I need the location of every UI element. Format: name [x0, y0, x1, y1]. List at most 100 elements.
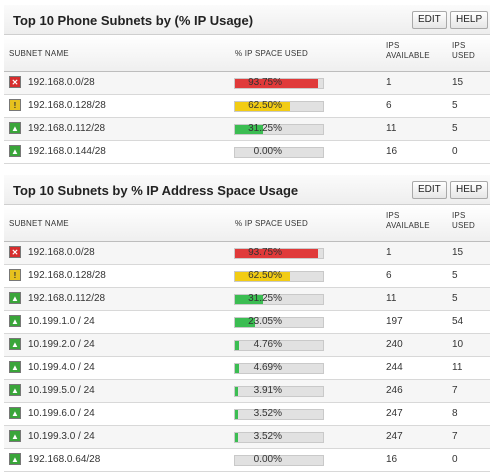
table-row[interactable]: ▲ 10.199.1.0 / 24 23.05% 197 54	[4, 311, 490, 334]
ip-usage-bar-fill	[235, 410, 239, 419]
ips-used-value: 8	[452, 408, 458, 419]
ip-usage-percent: 4.76%	[253, 339, 282, 350]
ip-usage-bar-fill	[235, 341, 240, 350]
ips-available-value: 11	[386, 293, 397, 304]
col-ip-space-used[interactable]: % IP SPACE USED	[235, 49, 308, 58]
table-row[interactable]: ! 192.168.0.128/28 62.50% 6 5	[4, 265, 490, 288]
ip-usage-bar-fill	[235, 387, 239, 396]
ips-available-value: 16	[386, 454, 398, 465]
subnet-name-link[interactable]: 192.168.0.0/28	[28, 247, 95, 258]
status-ok-icon: ▲	[9, 384, 21, 396]
status-ok-icon: ▲	[9, 338, 21, 350]
table-row[interactable]: ▲ 10.199.3.0 / 24 3.52% 247 7	[4, 426, 490, 449]
subnet-name-link[interactable]: 192.168.0.0/28	[28, 77, 95, 88]
ip-usage-percent: 0.00%	[253, 454, 282, 465]
ips-used-value: 11	[452, 362, 463, 373]
ips-available-value: 246	[386, 385, 403, 396]
ip-usage-bar-fill	[235, 433, 239, 442]
ips-available-value: 1	[386, 247, 392, 258]
table-row[interactable]: ▲ 10.199.5.0 / 24 3.91% 246 7	[4, 380, 490, 403]
table-row[interactable]: ▲ 10.199.6.0 / 24 3.52% 247 8	[4, 403, 490, 426]
subnet-name-link[interactable]: 10.199.4.0 / 24	[28, 362, 95, 373]
phone-subnets-panel: Top 10 Phone Subnets by (% IP Usage) EDI…	[4, 5, 490, 164]
subnet-name-link[interactable]: 10.199.1.0 / 24	[28, 316, 95, 327]
col-subnet-name[interactable]: SUBNET NAME	[9, 49, 69, 58]
ips-used-value: 54	[452, 316, 464, 327]
ips-available-value: 197	[386, 316, 403, 327]
ips-used-value: 15	[452, 247, 464, 258]
table-row[interactable]: ✕ 192.168.0.0/28 93.75% 1 15	[4, 242, 490, 265]
col-ips-available[interactable]: IPS AVAILABLE	[386, 211, 430, 231]
status-ok-icon: ▲	[9, 453, 21, 465]
status-warning-icon: !	[9, 269, 21, 281]
status-critical-icon: ✕	[9, 246, 21, 258]
help-button[interactable]: HELP	[450, 181, 489, 199]
subnet-name-link[interactable]: 192.168.0.128/28	[28, 270, 106, 281]
help-button[interactable]: HELP	[450, 11, 489, 29]
subnet-name-link[interactable]: 192.168.0.64/28	[28, 454, 100, 465]
ip-usage-percent: 3.52%	[253, 408, 282, 419]
ips-available-value: 6	[386, 270, 392, 281]
status-warning-icon: !	[9, 99, 21, 111]
subnet-name-link[interactable]: 192.168.0.112/28	[28, 293, 105, 304]
subnet-table-body: ✕ 192.168.0.0/28 93.75% 1 15! 192.168.0.128/2…	[4, 72, 490, 164]
col-ip-space-used[interactable]: % IP SPACE USED	[235, 219, 308, 228]
status-ok-icon: ▲	[9, 361, 21, 373]
subnet-name-link[interactable]: 192.168.0.112/28	[28, 123, 105, 134]
table-row[interactable]: ▲ 192.168.0.64/28 0.00% 16 0	[4, 449, 490, 472]
subnet-table-body: ✕ 192.168.0.0/28 93.75% 1 15! 192.168.0.128/2…	[4, 242, 490, 472]
ips-used-value: 0	[452, 454, 458, 465]
panel-header: Top 10 Subnets by % IP Address Space Usa…	[4, 175, 490, 205]
edit-button[interactable]: EDIT	[412, 11, 447, 29]
subnet-name-link[interactable]: 192.168.0.128/28	[28, 100, 106, 111]
ips-available-value: 244	[386, 362, 403, 373]
ips-available-value: 247	[386, 408, 403, 419]
ips-used-value: 5	[452, 100, 458, 111]
ip-usage-percent: 4.69%	[253, 362, 282, 373]
ip-usage-percent: 31.25%	[248, 293, 282, 304]
col-ips-available[interactable]: IPS AVAILABLE	[386, 41, 430, 61]
col-ips-used[interactable]: IPS USED	[452, 211, 475, 231]
table-row[interactable]: ▲ 10.199.2.0 / 24 4.76% 240 10	[4, 334, 490, 357]
status-ok-icon: ▲	[9, 407, 21, 419]
status-ok-icon: ▲	[9, 145, 21, 157]
column-header-row: SUBNET NAME % IP SPACE USED IPS AVAILABL…	[4, 35, 490, 72]
ips-used-value: 0	[452, 146, 458, 157]
panel-title: Top 10 Subnets by % IP Address Space Usa…	[13, 183, 299, 198]
ips-available-value: 16	[386, 146, 398, 157]
ips-used-value: 5	[452, 270, 458, 281]
panel-title: Top 10 Phone Subnets by (% IP Usage)	[13, 13, 254, 28]
status-critical-icon: ✕	[9, 76, 21, 88]
table-row[interactable]: ▲ 10.199.4.0 / 24 4.69% 244 11	[4, 357, 490, 380]
col-subnet-name[interactable]: SUBNET NAME	[9, 219, 69, 228]
subnet-name-link[interactable]: 10.199.2.0 / 24	[28, 339, 95, 350]
col-ips-used[interactable]: IPS USED	[452, 41, 475, 61]
status-ok-icon: ▲	[9, 315, 21, 327]
ip-usage-bar-fill	[235, 364, 240, 373]
ips-available-value: 6	[386, 100, 392, 111]
ip-usage-percent: 3.52%	[253, 431, 282, 442]
ips-used-value: 7	[452, 431, 458, 442]
table-row[interactable]: ✕ 192.168.0.0/28 93.75% 1 15	[4, 72, 490, 95]
table-row[interactable]: ▲ 192.168.0.112/28 31.25% 11 5	[4, 288, 490, 311]
ip-usage-percent: 62.50%	[248, 100, 282, 111]
ips-available-value: 247	[386, 431, 403, 442]
ips-available-value: 240	[386, 339, 403, 350]
ip-usage-percent: 3.91%	[253, 385, 282, 396]
ip-usage-percent: 31.25%	[248, 123, 282, 134]
table-row[interactable]: ! 192.168.0.128/28 62.50% 6 5	[4, 95, 490, 118]
ips-used-value: 10	[452, 339, 464, 350]
subnet-name-link[interactable]: 192.168.0.144/28	[28, 146, 106, 157]
subnet-name-link[interactable]: 10.199.5.0 / 24	[28, 385, 95, 396]
ips-used-value: 5	[452, 123, 458, 134]
ip-usage-percent: 62.50%	[248, 270, 282, 281]
table-row[interactable]: ▲ 192.168.0.144/28 0.00% 16 0	[4, 141, 490, 164]
subnet-name-link[interactable]: 10.199.3.0 / 24	[28, 431, 95, 442]
table-row[interactable]: ▲ 192.168.0.112/28 31.25% 11 5	[4, 118, 490, 141]
ip-usage-percent: 93.75%	[248, 77, 282, 88]
ips-used-value: 15	[452, 77, 464, 88]
ip-usage-percent: 93.75%	[248, 247, 282, 258]
edit-button[interactable]: EDIT	[412, 181, 447, 199]
subnet-name-link[interactable]: 10.199.6.0 / 24	[28, 408, 95, 419]
ips-used-value: 7	[452, 385, 458, 396]
